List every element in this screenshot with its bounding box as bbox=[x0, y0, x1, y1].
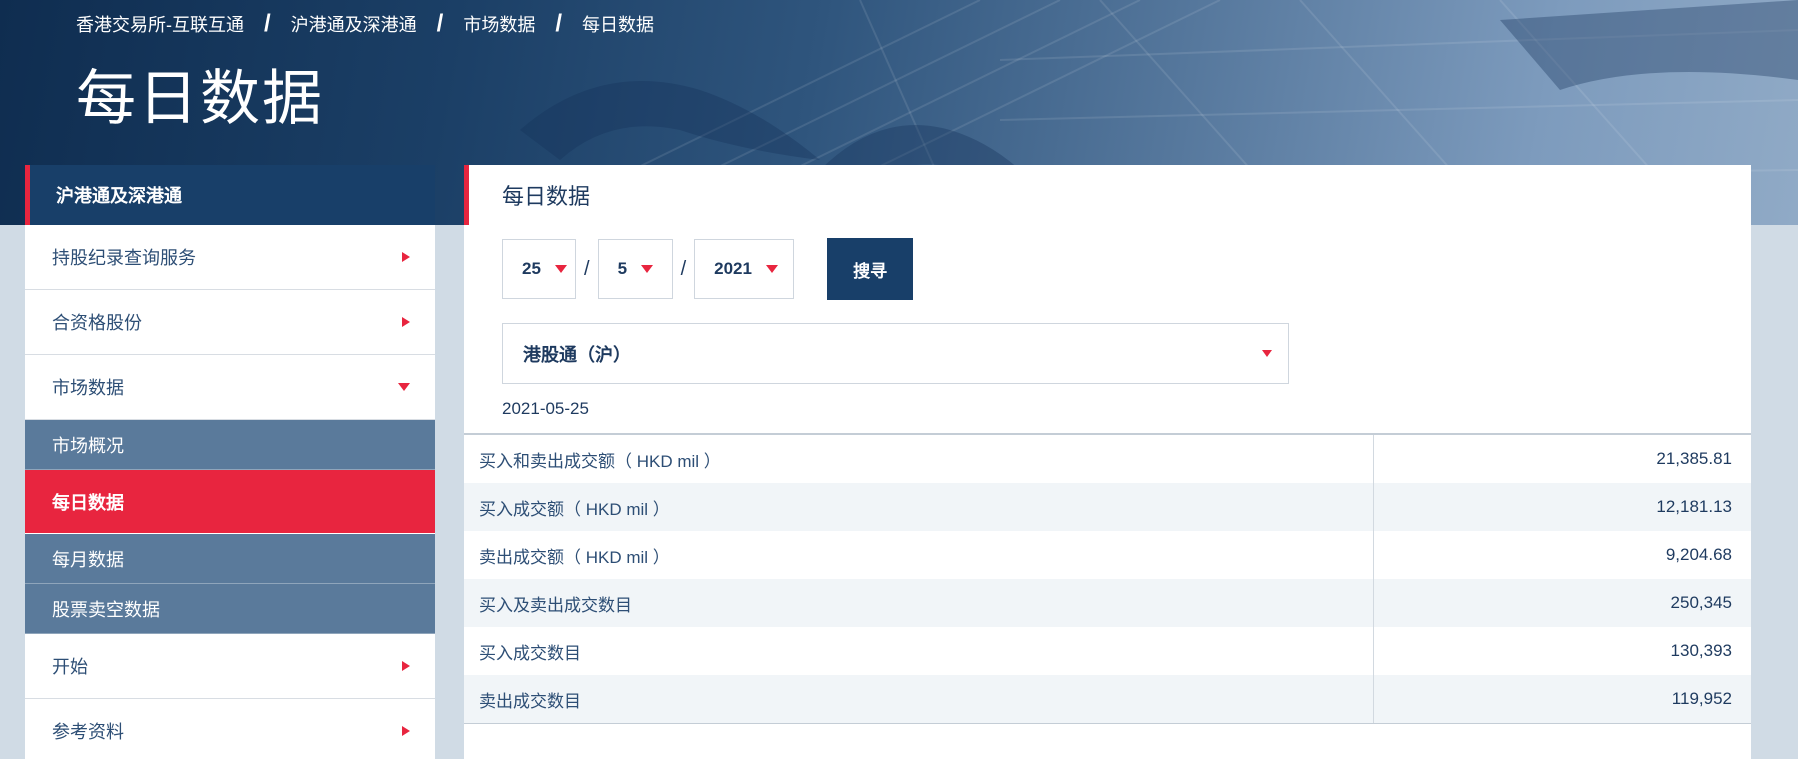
year-select[interactable]: 2021 bbox=[694, 239, 795, 299]
sidebar-subitem-market-overview[interactable]: 市场概况 bbox=[25, 420, 435, 470]
dropdown-arrow-icon bbox=[641, 265, 654, 273]
market-value: 港股通（沪） bbox=[523, 344, 631, 365]
sidebar-item-label: 参考资料 bbox=[52, 722, 124, 742]
row-label: 买入成交额（ HKD mil ） bbox=[464, 483, 1374, 531]
row-label: 买入及卖出成交数目 bbox=[464, 579, 1374, 627]
page-title: 每日数据 bbox=[76, 65, 324, 132]
sidebar-item-label: 开始 bbox=[52, 657, 88, 677]
sidebar-nav: 沪港通及深港通 持股纪录查询服务 合资格股份 市场数据 市场概况 每日数据 每月… bbox=[25, 165, 435, 759]
dropdown-arrow-icon bbox=[554, 265, 567, 273]
sidebar-subitem-label: 股票卖空数据 bbox=[52, 599, 160, 620]
breadcrumb-link-market-data[interactable]: 市场数据 bbox=[463, 11, 535, 37]
breadcrumb-current: 每日数据 bbox=[582, 15, 655, 35]
breadcrumb-separator: / bbox=[264, 10, 271, 37]
sidebar-subitem-label: 每月数据 bbox=[52, 549, 124, 570]
row-value: 119,952 bbox=[1671, 689, 1732, 708]
breadcrumb-separator: / bbox=[555, 10, 563, 37]
month-select[interactable]: 5 bbox=[597, 239, 673, 299]
year-value: 2021 bbox=[714, 259, 752, 278]
chevron-right-icon bbox=[402, 726, 410, 736]
chevron-down-icon bbox=[398, 383, 410, 391]
date-separator: / bbox=[584, 257, 590, 280]
sidebar-subitem-daily-data[interactable]: 每日数据 bbox=[25, 470, 435, 534]
breadcrumb: 香港交易所-互联互通 / 沪港通及深港通 / 市场数据 / 每日数据 bbox=[76, 10, 654, 38]
row-value: 250,345 bbox=[1670, 593, 1732, 612]
day-value: 25 bbox=[522, 259, 541, 278]
row-value: 21,385.81 bbox=[1656, 449, 1732, 468]
section-title: 每日数据 bbox=[464, 165, 1751, 225]
chevron-right-icon bbox=[402, 317, 410, 327]
sidebar-item-getting-started[interactable]: 开始 bbox=[25, 634, 435, 699]
row-value: 9,204.68 bbox=[1665, 545, 1732, 564]
date-separator: / bbox=[680, 257, 687, 280]
sidebar-item-label: 合资格股份 bbox=[52, 313, 142, 333]
dropdown-arrow-icon bbox=[1262, 350, 1272, 357]
table-row: 卖出成交数目 119,952 bbox=[464, 675, 1751, 723]
table-row: 卖出成交额（ HKD mil ） 9,204.68 bbox=[464, 531, 1751, 579]
chevron-right-icon bbox=[402, 661, 410, 671]
daily-data-table: 买入和卖出成交额（ HKD mil ） 21,385.81 买入成交额（ HKD… bbox=[464, 433, 1751, 724]
table-row: 买入成交额（ HKD mil ） 12,181.13 bbox=[464, 483, 1751, 531]
sidebar-item-label: 持股纪录查询服务 bbox=[52, 248, 196, 268]
row-label: 买入和卖出成交额（ HKD mil ） bbox=[464, 435, 1374, 483]
market-select[interactable]: 港股通（沪） bbox=[502, 323, 1289, 384]
data-date: 2021-05-25 bbox=[502, 399, 589, 418]
search-button[interactable]: 搜寻 bbox=[827, 238, 914, 300]
dropdown-arrow-icon bbox=[765, 265, 778, 273]
row-value: 12,181.13 bbox=[1656, 497, 1732, 516]
row-label: 卖出成交额（ HKD mil ） bbox=[464, 531, 1374, 579]
breadcrumb-separator: / bbox=[436, 10, 444, 37]
row-value: 130,393 bbox=[1670, 641, 1732, 660]
sidebar-item-eligible-stocks[interactable]: 合资格股份 bbox=[25, 290, 435, 355]
breadcrumb-link-stock-connect[interactable]: 沪港通及深港通 bbox=[291, 11, 417, 37]
chevron-right-icon bbox=[402, 252, 410, 262]
table-row: 买入及卖出成交数目 250,345 bbox=[464, 579, 1751, 627]
main-content: 每日数据 25 / 5 / 2021 搜寻 港股通（沪） 2021-05-25 … bbox=[464, 165, 1751, 759]
row-label: 卖出成交数目 bbox=[464, 675, 1374, 723]
table-row: 买入和卖出成交额（ HKD mil ） 21,385.81 bbox=[464, 435, 1751, 483]
sidebar-subitem-monthly-data[interactable]: 每月数据 bbox=[25, 534, 435, 584]
sidebar-item-holding-records[interactable]: 持股纪录查询服务 bbox=[25, 225, 435, 290]
month-value: 5 bbox=[617, 259, 628, 278]
row-label: 买入成交数目 bbox=[464, 627, 1374, 675]
breadcrumb-link-hkex-connect[interactable]: 香港交易所-互联互通 bbox=[76, 11, 244, 37]
sidebar-item-reference[interactable]: 参考资料 bbox=[25, 699, 435, 759]
sidebar-subitem-label: 市场概况 bbox=[52, 435, 124, 456]
date-picker-row: 25 / 5 / 2021 搜寻 bbox=[502, 238, 914, 300]
sidebar-item-market-data[interactable]: 市场数据 bbox=[25, 355, 435, 420]
sidebar-item-label: 市场数据 bbox=[52, 378, 124, 398]
sidebar-subitem-short-selling-data[interactable]: 股票卖空数据 bbox=[25, 584, 435, 634]
sidebar-subitem-label: 每日数据 bbox=[52, 492, 124, 513]
sidebar-header[interactable]: 沪港通及深港通 bbox=[25, 165, 435, 225]
table-row: 买入成交数目 130,393 bbox=[464, 627, 1751, 675]
day-select[interactable]: 25 bbox=[502, 239, 576, 299]
